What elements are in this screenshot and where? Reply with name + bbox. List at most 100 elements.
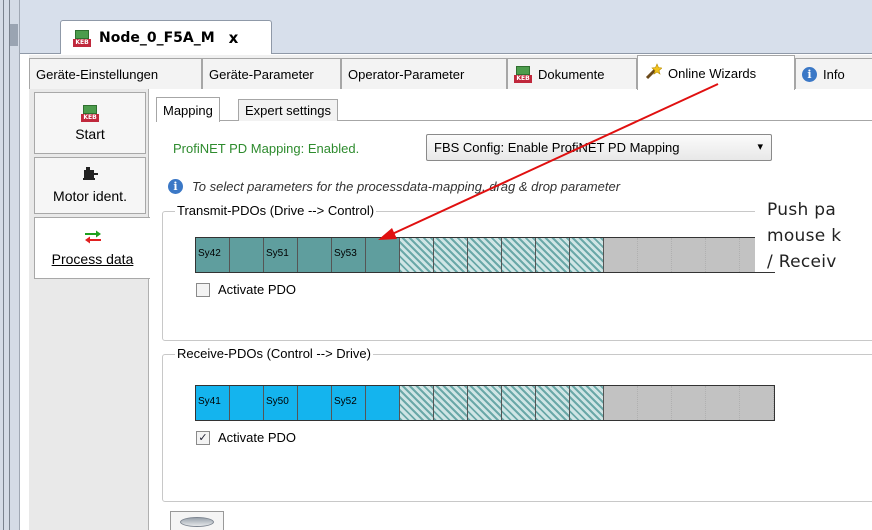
tab-label: Online Wizards	[668, 65, 757, 81]
pdo-slot-disabled	[740, 386, 774, 420]
pdo-slot[interactable]: Sy52	[332, 386, 366, 420]
transmit-activate-pdo[interactable]: Activate PDO	[196, 282, 296, 297]
pdo-slot[interactable]	[298, 238, 332, 272]
keb-device-icon: KEB	[73, 29, 91, 47]
trash-bin-icon[interactable]	[170, 511, 224, 530]
document-tab-title: Node_0_F5A_M	[99, 29, 215, 46]
group-legend: Receive-PDOs (Control --> Drive)	[175, 346, 373, 361]
tab-label: Dokumente	[538, 66, 605, 82]
close-icon[interactable]: x	[229, 29, 239, 47]
receive-pdos-group: Receive-PDOs (Control --> Drive) Sy41 Sy…	[162, 346, 872, 502]
tab-label: Geräte-Parameter	[209, 66, 314, 82]
activate-pdo-checkbox[interactable]	[196, 282, 210, 297]
document-tab[interactable]: KEB Node_0_F5A_M x	[60, 20, 272, 54]
slot-label: Sy52	[334, 396, 357, 407]
nav-label: Process data	[51, 250, 134, 267]
callout-line: / Receiv	[767, 252, 837, 272]
slot-label: Sy51	[266, 248, 289, 259]
pdo-slot-disabled	[638, 386, 672, 420]
tab-dokumente[interactable]: KEB Dokumente	[507, 58, 637, 89]
nav-label: Start	[75, 126, 105, 142]
info-hint-text: To select parameters for the processdata…	[192, 179, 621, 194]
info-icon: i	[168, 179, 183, 194]
info-hint: i To select parameters for the processda…	[168, 179, 620, 194]
nav-start-button[interactable]: KEB Start	[34, 92, 146, 154]
pdo-slot-disabled	[706, 238, 740, 272]
tab-label: Info	[823, 66, 845, 82]
slot-label: Sy50	[266, 396, 289, 407]
tab-label: Mapping	[163, 102, 213, 118]
sub-tab-bar: Mapping Expert settings	[156, 97, 872, 122]
slot-label: Sy42	[198, 248, 221, 259]
tab-info[interactable]: i Info	[795, 58, 872, 89]
fbs-config-dropdown[interactable]: FBS Config: Enable ProfiNET PD Mapping ▾	[426, 134, 772, 161]
pdo-slot[interactable]: Sy41	[196, 386, 230, 420]
frame-line	[3, 0, 4, 530]
tab-label: Geräte-Einstellungen	[36, 66, 159, 82]
frame-line	[9, 0, 10, 530]
pdo-slot[interactable]: Sy53	[332, 238, 366, 272]
pdo-slot[interactable]	[366, 238, 400, 272]
nav-process-data-button[interactable]: Process data	[34, 217, 150, 279]
checkbox-label: Activate PDO	[218, 282, 297, 297]
pdo-slot-empty[interactable]	[570, 386, 604, 420]
pdo-slot-empty[interactable]	[502, 238, 536, 272]
wand-icon	[644, 62, 663, 84]
pdo-slot-empty[interactable]	[434, 386, 468, 420]
activate-pdo-checkbox[interactable]: ✓	[196, 430, 210, 445]
pdo-slot-empty[interactable]	[570, 238, 604, 272]
pdo-slot-empty[interactable]	[536, 238, 570, 272]
callout-line: mouse k	[767, 226, 842, 246]
receive-pdo-slots: Sy41 Sy50 Sy52	[195, 385, 775, 421]
transmit-pdo-slots: Sy42 Sy51 Sy53	[195, 237, 775, 273]
trash-lid	[180, 517, 214, 527]
mapping-status-text: ProfiNET PD Mapping: Enabled.	[173, 141, 360, 156]
checkbox-label: Activate PDO	[218, 430, 297, 445]
pdo-slot[interactable]: Sy51	[264, 238, 298, 272]
pdo-slot-disabled	[672, 386, 706, 420]
info-icon: i	[802, 66, 817, 82]
pdo-slot-empty[interactable]	[502, 386, 536, 420]
tab-geraete-einstellungen[interactable]: Geräte-Einstellungen	[29, 58, 202, 89]
pdo-slot[interactable]	[230, 386, 264, 420]
pdo-slot[interactable]	[230, 238, 264, 272]
pdo-slot[interactable]	[366, 386, 400, 420]
property-tab-bar: Geräte-Einstellungen Geräte-Parameter Op…	[29, 55, 872, 90]
exchange-arrows-icon	[83, 230, 103, 247]
slot-label: Sy41	[198, 396, 221, 407]
callout-line: Push pa	[767, 200, 837, 220]
tab-operator-parameter[interactable]: Operator-Parameter	[341, 58, 507, 89]
pdo-slot[interactable]: Sy50	[264, 386, 298, 420]
nav-motor-ident-button[interactable]: Motor ident.	[34, 157, 146, 214]
chevron-down-icon: ▾	[757, 141, 763, 153]
pdo-slot-disabled	[604, 238, 638, 272]
pdo-slot-empty[interactable]	[468, 386, 502, 420]
tab-geraete-parameter[interactable]: Geräte-Parameter	[202, 58, 341, 89]
nav-label: Motor ident.	[53, 188, 127, 204]
tab-online-wizards[interactable]: Online Wizards	[637, 55, 795, 90]
pdo-slot-empty[interactable]	[536, 386, 570, 420]
window-frame-left	[0, 0, 20, 530]
tab-label: Expert settings	[245, 103, 331, 118]
pdo-slot[interactable]	[298, 386, 332, 420]
tab-expert-settings[interactable]: Expert settings	[238, 99, 338, 121]
receive-activate-pdo[interactable]: ✓ Activate PDO	[196, 430, 296, 445]
pdo-slot-disabled	[604, 386, 638, 420]
dropdown-value: FBS Config: Enable ProfiNET PD Mapping	[434, 140, 680, 155]
process-data-panel: Mapping Expert settings ProfiNET PD Mapp…	[150, 89, 872, 530]
keb-device-icon: KEB	[81, 104, 99, 122]
group-legend: Transmit-PDOs (Drive --> Control)	[175, 203, 377, 218]
pdo-slot-empty[interactable]	[434, 238, 468, 272]
document-tab-bar: KEB Node_0_F5A_M x	[20, 0, 872, 54]
pdo-slot-disabled	[672, 238, 706, 272]
pdo-slot-empty[interactable]	[400, 238, 434, 272]
pdo-slot-disabled	[706, 386, 740, 420]
pdo-slot-empty[interactable]	[400, 386, 434, 420]
splitter-handle[interactable]	[10, 24, 18, 46]
tab-mapping[interactable]: Mapping	[156, 97, 220, 122]
tab-label: Operator-Parameter	[348, 66, 465, 82]
keb-document-icon: KEB	[514, 65, 532, 83]
pdo-slot-empty[interactable]	[468, 238, 502, 272]
wizard-nav: KEB Start Motor ident. Process data	[29, 89, 150, 530]
pdo-slot[interactable]: Sy42	[196, 238, 230, 272]
